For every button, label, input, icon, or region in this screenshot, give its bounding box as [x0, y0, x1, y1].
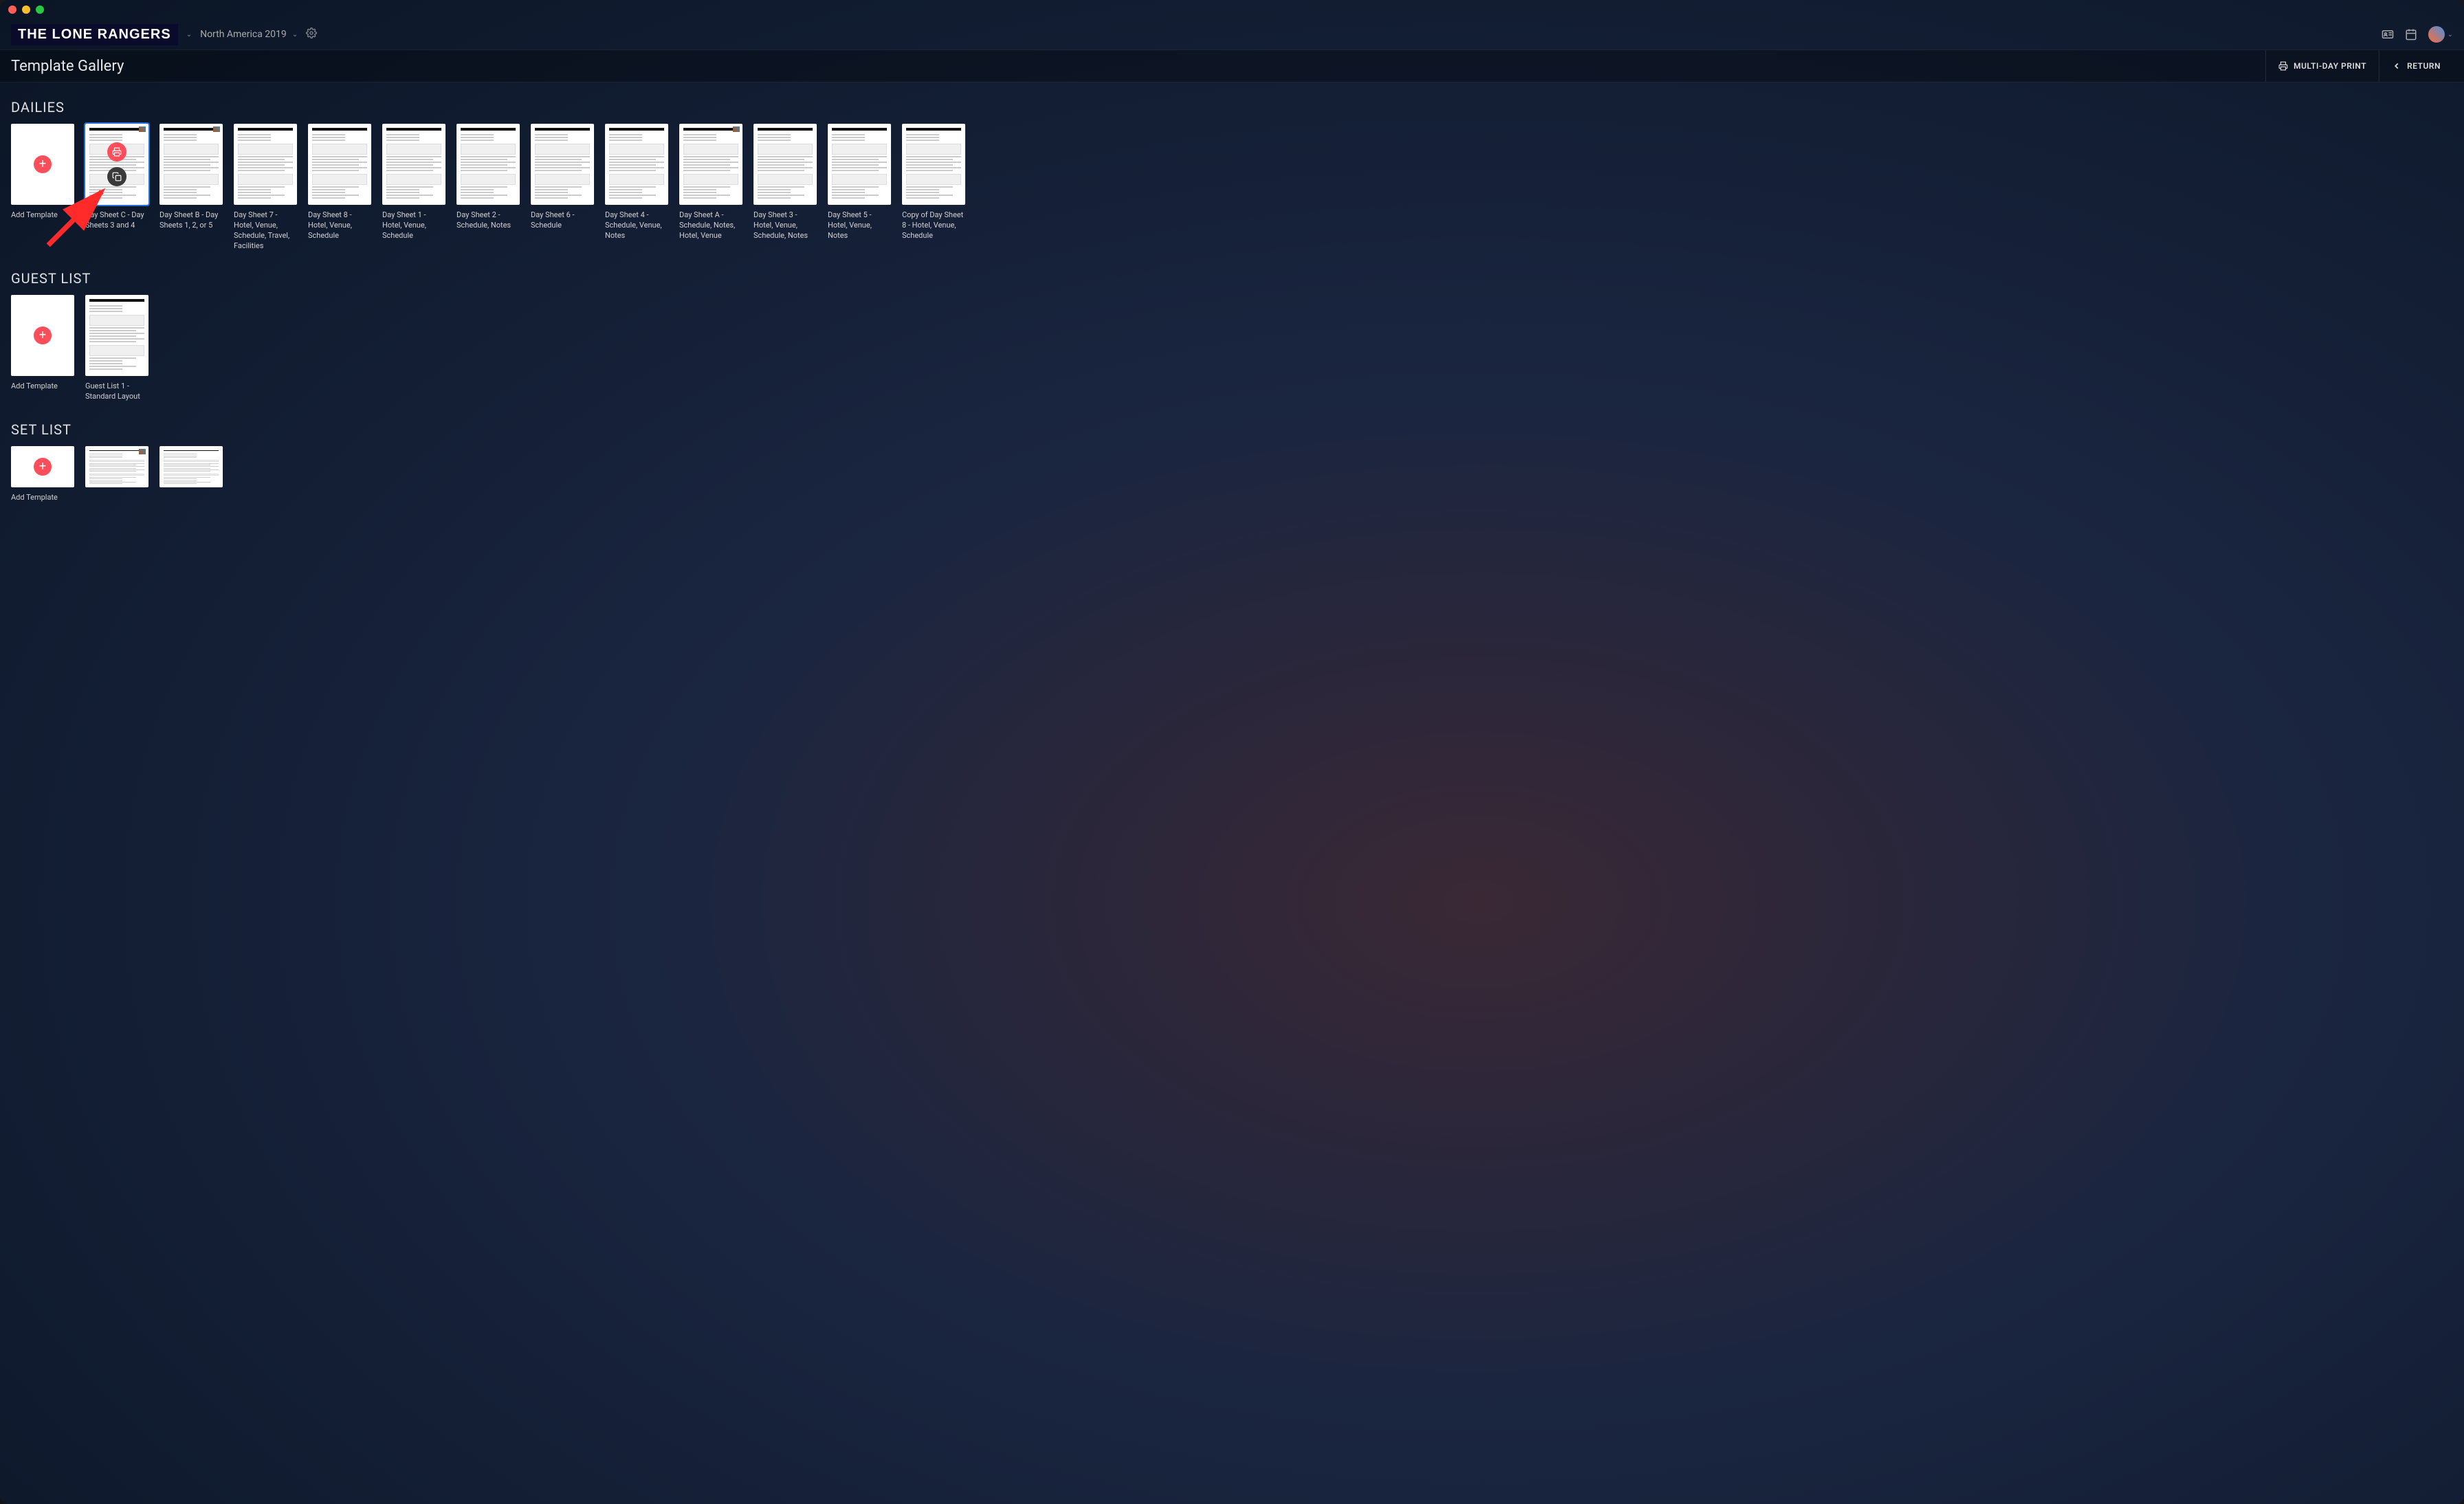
template-card[interactable]: Day Sheet B - Day Sheets 1, 2, or 5: [160, 124, 223, 251]
template-thumbnail[interactable]: [605, 124, 668, 205]
return-button[interactable]: RETURN: [2379, 50, 2453, 82]
template-label: Day Sheet B - Day Sheets 1, 2, or 5: [160, 210, 223, 231]
template-card[interactable]: Day Sheet 5 - Hotel, Venue, Notes: [828, 124, 891, 251]
template-label: Day Sheet 1 - Hotel, Venue, Schedule: [382, 210, 446, 241]
minimize-window-button[interactable]: [22, 5, 30, 14]
template-thumbnail[interactable]: [160, 124, 223, 205]
plus-icon: +: [34, 458, 52, 476]
template-card[interactable]: [160, 446, 223, 503]
template-thumbnail[interactable]: [382, 124, 446, 205]
template-label: Day Sheet 8 - Hotel, Venue, Schedule: [308, 210, 371, 241]
tour-selector[interactable]: North America 2019 ⌄: [200, 29, 298, 40]
avatar[interactable]: [2428, 26, 2445, 43]
template-label: Day Sheet 4 - Schedule, Venue, Notes: [605, 210, 668, 241]
page-header: Template Gallery MULTI-DAY PRINT RETURN: [0, 49, 2464, 82]
template-thumbnail[interactable]: [160, 446, 223, 487]
gear-icon[interactable]: [306, 27, 317, 41]
template-card[interactable]: [85, 446, 148, 503]
maximize-window-button[interactable]: [36, 5, 44, 14]
print-template-button[interactable]: [107, 142, 126, 162]
template-label: Day Sheet 3 - Hotel, Venue, Schedule, No…: [754, 210, 817, 241]
template-thumbnail[interactable]: [679, 124, 742, 205]
template-card[interactable]: Day Sheet 6 - Schedule: [531, 124, 594, 251]
template-thumbnail[interactable]: [754, 124, 817, 205]
add-template-label: Add Template: [11, 493, 74, 503]
chevron-down-icon[interactable]: ⌄: [186, 31, 192, 38]
window-titlebar: [0, 0, 2464, 19]
add-template-label: Add Template: [11, 210, 74, 221]
template-card[interactable]: Day Sheet A - Schedule, Notes, Hotel, Ve…: [679, 124, 742, 251]
content-area: DAILIES + Add Template Day Sheet C - Day S…: [0, 82, 2464, 1504]
brand-logo[interactable]: THE LONE RANGERS: [11, 24, 178, 45]
multi-day-print-button[interactable]: MULTI-DAY PRINT: [2265, 50, 2379, 82]
template-thumbnail[interactable]: [531, 124, 594, 205]
add-template-card[interactable]: + Add Template: [11, 295, 74, 402]
set-list-grid: + Add Template: [11, 446, 2453, 503]
template-thumbnail[interactable]: [85, 295, 148, 376]
template-card[interactable]: Day Sheet C - Day Sheets 3 and 4: [85, 124, 148, 251]
template-thumbnail[interactable]: [456, 124, 520, 205]
add-template-card[interactable]: + Add Template: [11, 124, 74, 251]
section-title-set-list: SET LIST: [11, 421, 2453, 438]
guest-list-grid: + Add Template Guest List 1 - Standard Lay…: [11, 295, 2453, 402]
template-card[interactable]: Guest List 1 - Standard Layout: [85, 295, 148, 402]
template-thumbnail[interactable]: [308, 124, 371, 205]
section-title-dailies: DAILIES: [11, 99, 2453, 115]
template-card[interactable]: Day Sheet 1 - Hotel, Venue, Schedule: [382, 124, 446, 251]
template-thumbnail[interactable]: [902, 124, 965, 205]
template-thumbnail[interactable]: [85, 446, 148, 487]
template-card[interactable]: Day Sheet 4 - Schedule, Venue, Notes: [605, 124, 668, 251]
template-label: Day Sheet C - Day Sheets 3 and 4: [85, 210, 148, 231]
chevron-down-icon[interactable]: ⌄: [2448, 31, 2453, 38]
template-thumbnail[interactable]: [234, 124, 297, 205]
template-label: Guest List 1 - Standard Layout: [85, 381, 148, 402]
plus-icon: +: [34, 327, 52, 344]
template-card[interactable]: Day Sheet 8 - Hotel, Venue, Schedule: [308, 124, 371, 251]
add-template-label: Add Template: [11, 381, 74, 392]
calendar-icon[interactable]: [2405, 28, 2417, 41]
plus-icon: +: [34, 155, 52, 173]
template-label: Day Sheet 7 - Hotel, Venue, Schedule, Tr…: [234, 210, 297, 251]
template-label: Day Sheet 5 - Hotel, Venue, Notes: [828, 210, 891, 241]
section-title-guest-list: GUEST LIST: [11, 270, 2453, 287]
template-label: Day Sheet A - Schedule, Notes, Hotel, Ve…: [679, 210, 742, 241]
template-thumbnail[interactable]: [828, 124, 891, 205]
top-nav: THE LONE RANGERS ⌄ North America 2019 ⌄ …: [0, 19, 2464, 49]
page-title: Template Gallery: [11, 58, 124, 75]
close-window-button[interactable]: [8, 5, 16, 14]
chevron-left-icon: [2392, 61, 2401, 71]
template-label: Day Sheet 2 - Schedule, Notes: [456, 210, 520, 231]
template-card[interactable]: Day Sheet 2 - Schedule, Notes: [456, 124, 520, 251]
add-template-card[interactable]: + Add Template: [11, 446, 74, 503]
template-label: Copy of Day Sheet 8 - Hotel, Venue, Sche…: [902, 210, 965, 241]
duplicate-template-button[interactable]: [107, 167, 126, 186]
template-card[interactable]: Day Sheet 3 - Hotel, Venue, Schedule, No…: [754, 124, 817, 251]
template-thumbnail[interactable]: [85, 124, 148, 205]
template-label: Day Sheet 6 - Schedule: [531, 210, 594, 231]
chevron-down-icon: ⌄: [292, 31, 298, 38]
contact-card-icon[interactable]: [2382, 28, 2394, 41]
tour-selector-label: North America 2019: [200, 29, 287, 40]
template-card[interactable]: Copy of Day Sheet 8 - Hotel, Venue, Sche…: [902, 124, 965, 251]
dailies-grid: + Add Template Day Sheet C - Day Sheets 3 …: [11, 124, 2453, 251]
template-card[interactable]: Day Sheet 7 - Hotel, Venue, Schedule, Tr…: [234, 124, 297, 251]
printer-icon: [2278, 61, 2288, 71]
